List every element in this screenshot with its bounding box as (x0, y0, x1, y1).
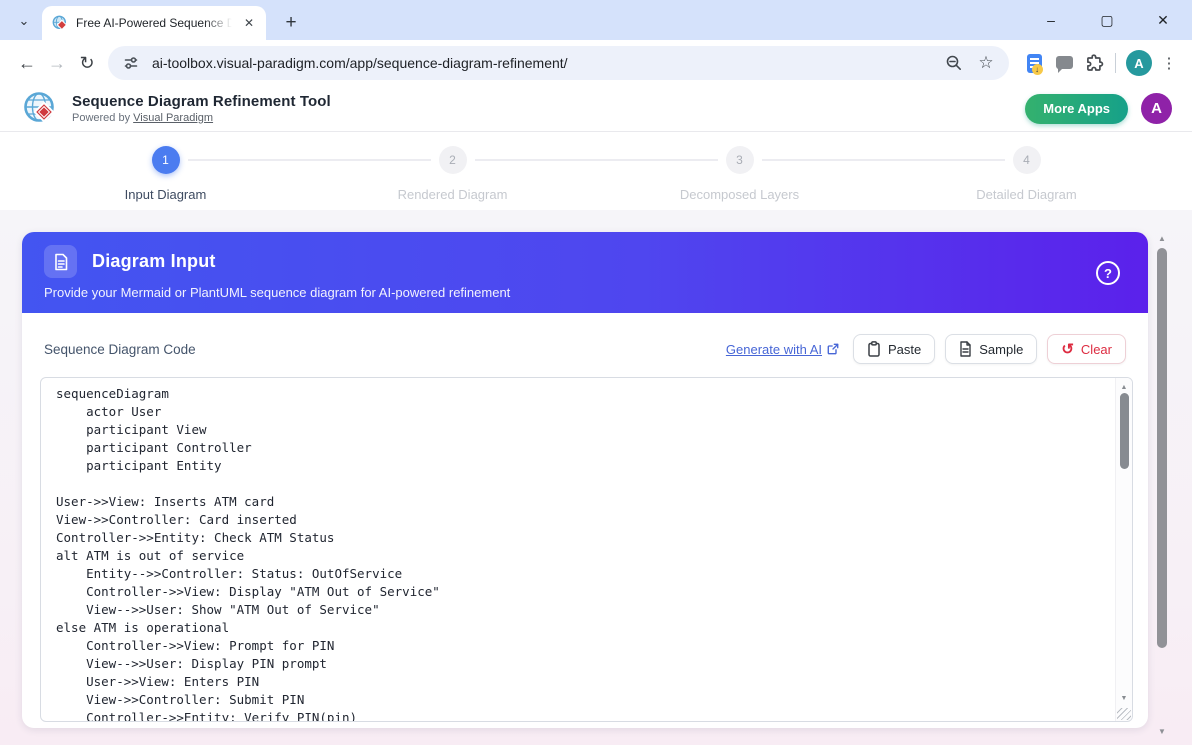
tab-close-icon[interactable]: ✕ (240, 14, 258, 32)
scroll-up-icon[interactable]: ▲ (1157, 234, 1167, 243)
generate-with-ai-link[interactable]: Generate with AI (726, 342, 839, 357)
visual-paradigm-link[interactable]: Visual Paradigm (133, 112, 213, 124)
step-input-diagram[interactable]: 1 Input Diagram (22, 132, 309, 210)
toolbar-divider (1115, 53, 1116, 73)
reload-icon[interactable]: ↻ (72, 48, 102, 78)
visual-paradigm-logo (22, 90, 59, 127)
code-text[interactable]: sequenceDiagram actor User participant V… (41, 378, 1114, 721)
step-rendered-diagram[interactable]: 2 Rendered Diagram (309, 132, 596, 210)
step-decomposed-layers[interactable]: 3 Decomposed Layers (596, 132, 883, 210)
help-icon[interactable]: ? (1096, 261, 1120, 285)
extensions-puzzle-icon[interactable] (1079, 48, 1109, 78)
scroll-up-icon[interactable]: ▲ (1116, 380, 1132, 394)
sample-button[interactable]: Sample (945, 334, 1037, 364)
step-number: 2 (439, 146, 467, 174)
docs-extension-icon[interactable]: ↓ (1019, 48, 1049, 78)
scroll-down-icon[interactable]: ▼ (1157, 727, 1167, 736)
browser-profile-avatar[interactable]: A (1126, 50, 1152, 76)
tab-title: Free AI-Powered Sequence Diag (76, 16, 232, 30)
step-detailed-diagram[interactable]: 4 Detailed Diagram (883, 132, 1170, 210)
browser-toolbar: ← → ↻ ai-toolbox.visual-paradigm.com/app… (0, 40, 1192, 86)
scroll-down-icon[interactable]: ▼ (1116, 691, 1132, 705)
diagram-input-card: Diagram Input Provide your Mermaid or Pl… (22, 232, 1148, 728)
clipboard-icon (867, 341, 881, 357)
more-apps-button[interactable]: More Apps (1025, 94, 1128, 124)
window-close-icon[interactable]: ✕ (1148, 6, 1178, 34)
paste-button[interactable]: Paste (853, 334, 935, 364)
forward-icon: → (42, 48, 72, 78)
zoom-out-icon[interactable] (943, 52, 965, 74)
step-number: 4 (1013, 146, 1041, 174)
step-number: 1 (152, 146, 180, 174)
page-content: Diagram Input Provide your Mermaid or Pl… (0, 210, 1192, 745)
page-scrollbar[interactable]: ▲ ▼ (1154, 234, 1170, 728)
address-bar[interactable]: ai-toolbox.visual-paradigm.com/app/seque… (108, 46, 1009, 80)
panel-subtitle: Provide your Mermaid or PlantUML sequenc… (44, 285, 1126, 300)
document-icon (44, 245, 77, 278)
app-title: Sequence Diagram Refinement Tool (72, 93, 331, 110)
url-text[interactable]: ai-toolbox.visual-paradigm.com/app/seque… (152, 55, 933, 71)
step-label: Input Diagram (125, 187, 207, 202)
window-maximize-icon[interactable]: ▢ (1092, 6, 1122, 34)
step-label: Rendered Diagram (398, 187, 508, 202)
step-label: Detailed Diagram (976, 187, 1076, 202)
browser-titlebar: ⌄ Free AI-Powered Sequence Diag ✕ + – ▢ … (0, 0, 1192, 40)
browser-tab[interactable]: Free AI-Powered Sequence Diag ✕ (42, 6, 266, 40)
section-label: Sequence Diagram Code (44, 342, 196, 357)
editor-scrollbar-thumb[interactable] (1120, 393, 1129, 469)
code-editor[interactable]: sequenceDiagram actor User participant V… (40, 377, 1133, 722)
clear-button[interactable]: ↺ Clear (1047, 334, 1126, 364)
back-icon[interactable]: ← (12, 48, 42, 78)
editor-scrollbar[interactable]: ▲ ▼ (1115, 378, 1132, 721)
comment-extension-icon[interactable] (1049, 48, 1079, 78)
step-label: Decomposed Layers (680, 187, 799, 202)
diagram-input-banner: Diagram Input Provide your Mermaid or Pl… (22, 232, 1148, 313)
textarea-resize-grip[interactable] (1117, 708, 1131, 720)
site-settings-tune-icon[interactable] (120, 52, 142, 74)
browser-menu-kebab-icon[interactable]: ⋮ (1156, 50, 1182, 76)
step-number: 3 (726, 146, 754, 174)
code-header: Sequence Diagram Code Generate with AI P… (44, 334, 1126, 364)
tab-search-chevron-icon[interactable]: ⌄ (10, 8, 38, 34)
editor-actions: Generate with AI Paste Sample (726, 334, 1126, 364)
window-minimize-icon[interactable]: – (1036, 6, 1066, 34)
document-icon (959, 341, 972, 357)
powered-by: Powered by Visual Paradigm (72, 112, 331, 124)
panel-title: Diagram Input (92, 251, 216, 272)
window-controls: – ▢ ✕ (1036, 6, 1178, 34)
stepper: 1 Input Diagram 2 Rendered Diagram 3 Dec… (0, 132, 1192, 210)
page-scrollbar-thumb[interactable] (1157, 248, 1167, 648)
undo-icon: ↺ (1061, 342, 1074, 357)
app-header: Sequence Diagram Refinement Tool Powered… (0, 86, 1192, 132)
external-link-icon (827, 343, 839, 355)
tab-favicon-visual-paradigm-icon (52, 15, 68, 31)
user-avatar[interactable]: A (1141, 93, 1172, 124)
bookmark-star-icon[interactable]: ☆ (975, 52, 997, 74)
new-tab-button[interactable]: + (278, 10, 304, 36)
